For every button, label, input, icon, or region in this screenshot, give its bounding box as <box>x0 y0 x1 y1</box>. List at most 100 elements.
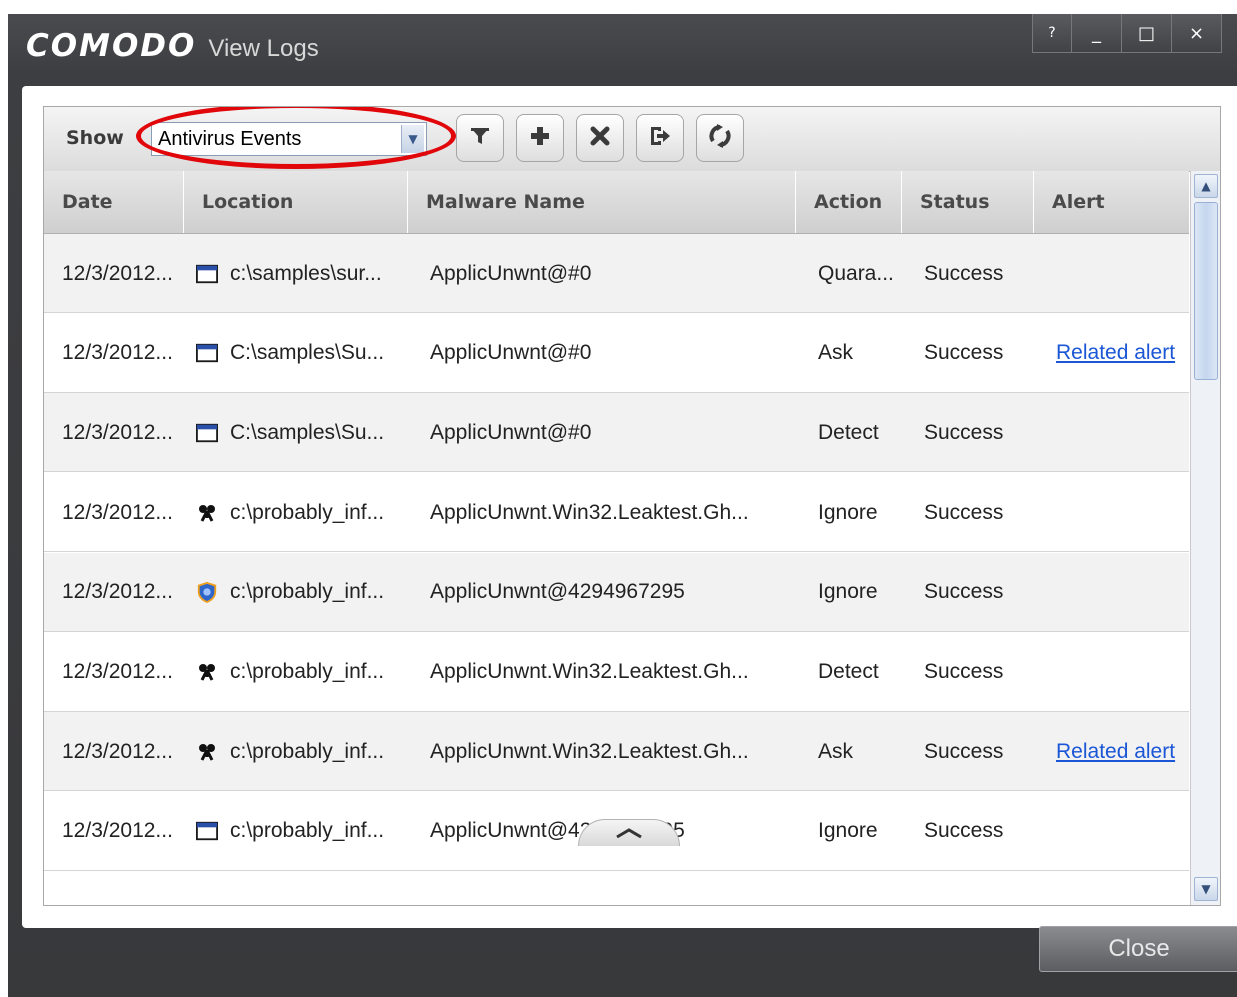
export-icon <box>648 125 672 151</box>
action-cell: Detect <box>818 420 879 444</box>
close-window-button[interactable]: × <box>1171 14 1221 52</box>
location-text: c:\probably_inf... <box>230 739 385 763</box>
malware-name-cell: ApplicUnwnt.Win32.Leaktest.Gh... <box>430 739 749 763</box>
window-icon <box>196 263 218 285</box>
filter-icon <box>469 125 491 151</box>
column-header-date[interactable]: Date <box>44 171 184 233</box>
content-panel: Show Antivirus Events ▼ Date Location Ma… <box>22 86 1237 928</box>
date-cell: 12/3/2012... <box>62 580 173 604</box>
help-button[interactable]: ? <box>1033 14 1071 52</box>
title-bar: COMODO View Logs <box>26 28 319 64</box>
action-cell: Ignore <box>818 580 878 604</box>
scroll-up-icon[interactable]: ▲ <box>1194 174 1218 198</box>
highlight-ellipse <box>136 107 456 169</box>
location-cell: C:\samples\Su... <box>196 393 384 472</box>
status-cell: Success <box>924 660 1004 683</box>
action-cell: Ask <box>818 341 854 365</box>
delete-icon <box>589 125 611 151</box>
action-cell: Detect <box>818 660 879 683</box>
window-controls: ? _ □ × <box>1032 14 1222 53</box>
action-cell: Ask <box>818 739 854 763</box>
status-cell: Success <box>924 819 1004 843</box>
table-row[interactable]: 12/3/2012... c:\probably_inf... ApplicUnwn… <box>44 552 1189 632</box>
action-cell: Ignore <box>818 500 878 524</box>
export-button[interactable] <box>636 114 684 162</box>
add-button[interactable] <box>516 114 564 162</box>
scroll-thumb[interactable] <box>1194 202 1218 380</box>
date-cell: 12/3/2012... <box>62 341 173 365</box>
related-alert-link[interactable]: Related alert <box>1056 740 1175 764</box>
location-text: c:\probably_inf... <box>230 660 385 683</box>
table-row[interactable]: 12/3/2012... c:\probably_inf... ApplicUnwn… <box>44 473 1189 553</box>
add-icon <box>529 125 551 151</box>
location-text: c:\samples\sur... <box>230 261 382 285</box>
table-header: Date Location Malware Name Action Status… <box>44 171 1189 234</box>
shield-icon <box>196 581 218 604</box>
location-text: C:\samples\Su... <box>230 420 385 444</box>
location-text: C:\samples\Su... <box>230 341 385 365</box>
malware-name-cell: ApplicUnwnt.Win32.Leaktest.Gh... <box>430 660 749 683</box>
date-cell: 12/3/2012... <box>62 500 173 524</box>
scroll-down-icon[interactable]: ▼ <box>1194 877 1218 901</box>
action-cell: Quara... <box>818 261 894 285</box>
action-cell: Ignore <box>818 819 878 843</box>
column-header-action[interactable]: Action <box>796 171 902 233</box>
log-grid: Show Antivirus Events ▼ Date Location Ma… <box>43 106 1221 906</box>
related-alert-link[interactable]: Related alert <box>1056 341 1175 365</box>
column-header-alert[interactable]: Alert <box>1034 171 1189 233</box>
refresh-button[interactable] <box>696 114 744 162</box>
window-icon <box>196 342 218 364</box>
bug-icon <box>196 661 218 683</box>
status-cell: Success <box>924 500 1004 524</box>
status-cell: Success <box>924 580 1004 604</box>
date-cell: 12/3/2012... <box>62 660 173 683</box>
malware-name-cell: ApplicUnwnt.Win32.Leaktest.Gh... <box>430 500 749 524</box>
column-header-location[interactable]: Location <box>184 171 408 233</box>
show-label: Show <box>66 127 124 149</box>
malware-name-cell: ApplicUnwnt@#0 <box>430 420 592 444</box>
chevron-up-icon <box>614 824 644 843</box>
collapse-handle[interactable] <box>578 819 680 846</box>
window-icon <box>196 820 218 842</box>
maximize-button[interactable]: □ <box>1121 14 1171 52</box>
location-text: c:\probably_inf... <box>230 819 385 843</box>
window-icon <box>196 422 218 444</box>
location-cell: C:\samples\Su... <box>196 314 384 393</box>
status-cell: Success <box>924 420 1004 444</box>
column-header-malware-name[interactable]: Malware Name <box>408 171 796 233</box>
table-row[interactable]: 12/3/2012... c:\probably_inf... ApplicUnwn… <box>44 633 1189 712</box>
vertical-scrollbar[interactable]: ▲ ▼ <box>1190 171 1220 905</box>
table-row[interactable]: 12/3/2012... C:\samples\Su... ApplicUnwnt@… <box>44 314 1189 393</box>
column-header-status[interactable]: Status <box>902 171 1034 233</box>
filter-button[interactable] <box>456 114 504 162</box>
status-cell: Success <box>924 341 1004 365</box>
location-cell: c:\probably_inf... <box>196 633 384 712</box>
close-button[interactable]: Close <box>1039 926 1237 972</box>
date-cell: 12/3/2012... <box>62 261 173 285</box>
date-cell: 12/3/2012... <box>62 420 173 444</box>
status-cell: Success <box>924 739 1004 763</box>
table-row[interactable]: 12/3/2012... c:\probably_inf... ApplicUnwn… <box>44 712 1189 792</box>
malware-name-cell: ApplicUnwnt@#0 <box>430 341 592 365</box>
location-cell: c:\probably_inf... <box>196 712 384 791</box>
table-row[interactable]: 12/3/2012... C:\samples\Su... ApplicUnwnt@… <box>44 393 1189 473</box>
table-row[interactable]: 12/3/2012... c:\samples\sur... ApplicUnwnt… <box>44 234 1189 313</box>
refresh-icon <box>708 124 732 152</box>
location-text: c:\probably_inf... <box>230 580 385 604</box>
date-cell: 12/3/2012... <box>62 819 173 843</box>
bug-icon <box>196 741 218 763</box>
bug-icon <box>196 502 218 524</box>
window-title: View Logs <box>208 35 319 62</box>
delete-button[interactable] <box>576 114 624 162</box>
alert-cell: Related alert <box>1056 314 1175 393</box>
location-cell: c:\probably_inf... <box>196 792 384 871</box>
view-logs-window: COMODO View Logs ? _ □ × Show Antivirus … <box>8 14 1237 997</box>
alert-cell: Related alert <box>1056 712 1175 791</box>
status-cell: Success <box>924 261 1004 285</box>
location-cell: c:\samples\sur... <box>196 234 382 313</box>
location-cell: c:\probably_inf... <box>196 553 384 632</box>
malware-name-cell: ApplicUnwnt@#0 <box>430 261 592 285</box>
location-text: c:\probably_inf... <box>230 500 385 524</box>
comodo-logo: COMODO <box>26 28 197 64</box>
minimize-button[interactable]: _ <box>1071 14 1121 52</box>
